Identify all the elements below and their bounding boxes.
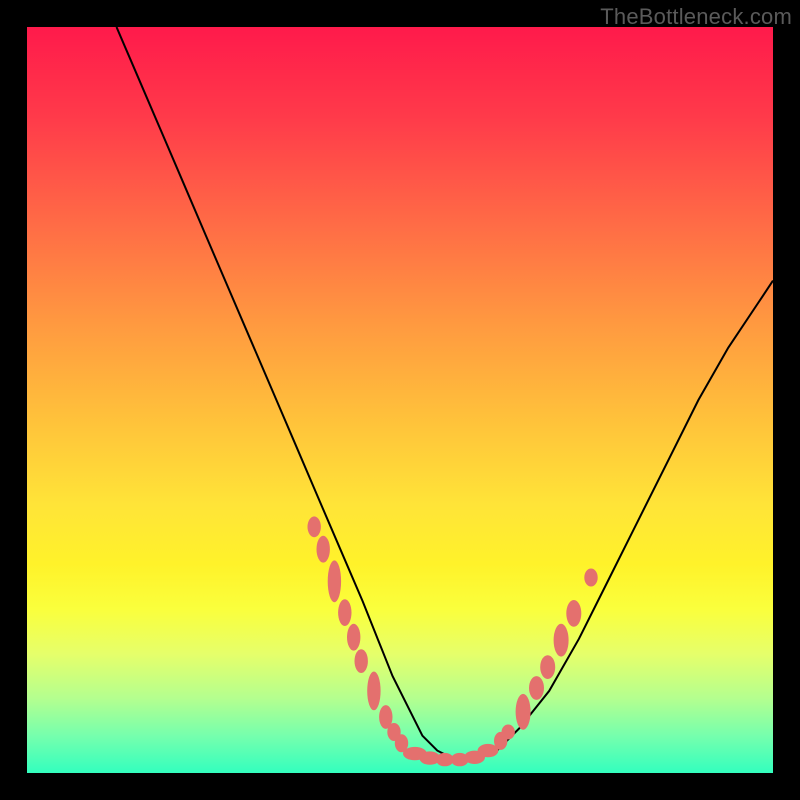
- curve-marker: [338, 599, 351, 626]
- curve-marker: [308, 516, 321, 537]
- watermark-text: TheBottleneck.com: [600, 4, 792, 30]
- chart-plot-area: [27, 27, 773, 773]
- curve-marker: [554, 624, 569, 657]
- curve-marker: [367, 672, 380, 711]
- curve-marker: [529, 676, 544, 700]
- curve-line: [117, 27, 774, 758]
- chart-svg: [27, 27, 773, 773]
- curve-marker: [516, 694, 531, 730]
- curve-marker: [502, 725, 515, 740]
- curve-marker: [317, 536, 330, 563]
- curve-marker: [540, 655, 555, 679]
- curve-marker: [328, 560, 341, 602]
- chart-frame: TheBottleneck.com: [0, 0, 800, 800]
- curve-marker: [355, 649, 368, 673]
- curve-marker: [566, 600, 581, 627]
- curve-markers: [308, 516, 598, 766]
- curve-marker: [347, 624, 360, 651]
- curve-marker: [584, 569, 597, 587]
